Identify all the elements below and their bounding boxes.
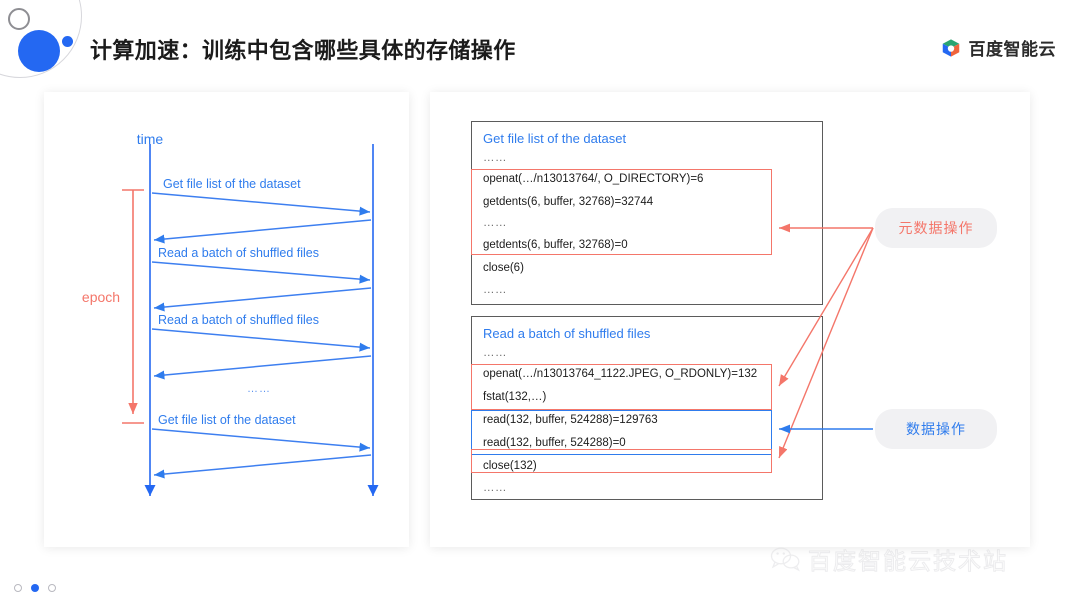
slide-canvas: 计算加速：训练中包含哪些具体的存储操作 百度智能云 time epoch Get… (0, 0, 1080, 607)
connector-metadata-openat (778, 227, 874, 387)
connector-metadata-close (778, 227, 874, 459)
wechat-icon (770, 547, 800, 572)
watermark-text: 百度智能云技术站 (808, 548, 1008, 575)
legend-data-pill[interactable]: 数据操作 (875, 409, 997, 449)
pagination-dots[interactable] (14, 584, 56, 592)
legend-metadata-pill[interactable]: 元数据操作 (875, 208, 997, 248)
connector-arrows-svg (778, 223, 874, 459)
pagination-dot-2[interactable] (31, 584, 39, 592)
legend-data-label: 数据操作 (906, 421, 966, 437)
watermark: 百度智能云技术站 (770, 542, 1008, 576)
pagination-dot-3[interactable] (48, 584, 56, 592)
legend-metadata-label: 元数据操作 (898, 220, 974, 236)
pagination-dot-1[interactable] (14, 584, 22, 592)
